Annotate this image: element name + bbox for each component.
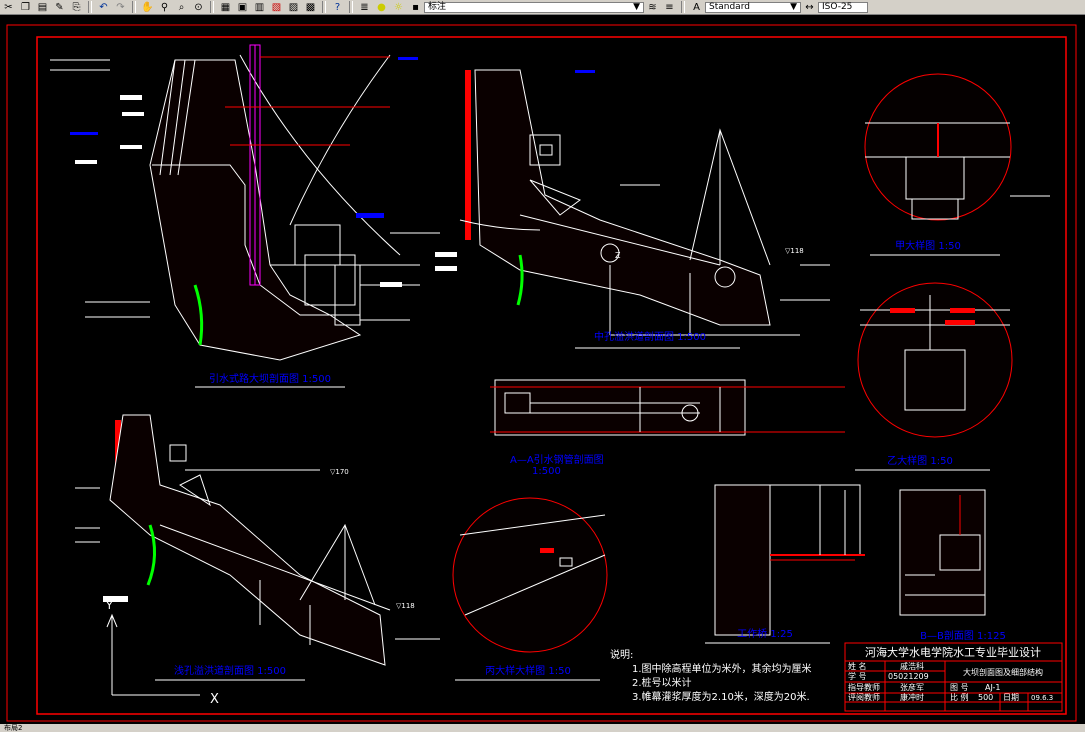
layout-tab[interactable]: 布局2 [4, 724, 22, 732]
ratio-label: 比 例 [950, 692, 969, 702]
notes-line-2: 2.桩号以米计 [632, 676, 692, 689]
ucs-icon [106, 613, 200, 696]
main-dam-section [50, 44, 440, 361]
dim-style-select[interactable]: ISO-25 [818, 1, 868, 13]
layer-previous-icon[interactable]: ≋ [645, 1, 660, 13]
zoom-previous-icon[interactable]: ⊙ [191, 1, 206, 13]
advisor-label: 指导教师 [848, 682, 880, 692]
tool-palette-icon[interactable]: ▥ [252, 1, 267, 13]
chevron-down-icon: ▼ [790, 1, 797, 12]
help-icon[interactable]: ? [330, 1, 345, 13]
middle-spillway-section [435, 69, 830, 336]
elevation-118b: ▽118 [396, 602, 415, 610]
bottom-spillway-section [75, 414, 440, 666]
layer-select-value: 标注 [428, 1, 447, 12]
id-value: 05021209 [888, 672, 929, 681]
detail-yi-circle [857, 282, 1013, 438]
detail-jia-circle [864, 73, 1050, 221]
dim-style-icon[interactable]: ↔ [802, 1, 817, 13]
pan-icon[interactable]: ✋ [140, 1, 155, 13]
text-style-select[interactable]: Standard ▼ [705, 1, 801, 13]
sheet-value: AJ-1 [985, 683, 1001, 692]
notes-line-3: 3.帷幕灌浆厚度为2.10米，深度为20米. [632, 690, 810, 703]
drawing-canvas[interactable]: 引水式路大坝剖面图 1:500 ▽118 Z 中孔溢洪道剖面图 1:500 A—… [0, 15, 1085, 724]
date-label: 日期 [1003, 693, 1019, 702]
bottom-section-title: 浅孔溢洪道剖面图 1:500 [174, 664, 286, 677]
redo-icon[interactable]: ↷ [113, 1, 128, 13]
notes-line-1: 1.图中除高程单位为米外，其余均为厘米 [632, 662, 812, 675]
middle-section-title: 中孔溢洪道剖面图 1:500 [594, 330, 706, 343]
lock-icon[interactable]: ▪ [408, 1, 423, 13]
aa-section [490, 379, 845, 436]
copy-icon[interactable]: ❐ [18, 1, 33, 13]
sun-icon[interactable]: ☼ [391, 1, 406, 13]
name-label: 姓 名 [848, 661, 867, 671]
paste-icon[interactable]: ▤ [35, 1, 50, 13]
aa-section-title: A—A引水钢管剖面图 [510, 453, 604, 466]
design-center-icon[interactable]: ▣ [235, 1, 250, 13]
sheet-set-icon[interactable]: ▧ [269, 1, 284, 13]
detail-jia-title: 甲大样图 1:50 [895, 239, 961, 252]
status-bar: 布局2 [0, 724, 1085, 732]
layer-states-icon[interactable]: ≡ [662, 1, 677, 13]
dim-style-value: ISO-25 [822, 1, 853, 12]
layer-manager-icon[interactable]: ≣ [357, 1, 372, 13]
advisor-value: 张彦军 [900, 682, 924, 692]
name-value: 戚浩科 [900, 661, 924, 671]
cut-icon[interactable]: ✂ [1, 1, 16, 13]
ratio-value: 500 [978, 693, 993, 702]
brush-icon[interactable]: ✎ [52, 1, 67, 13]
reviewer-label: 评阅教师 [848, 692, 880, 702]
y-axis-label: Y [105, 599, 113, 612]
zoom-window-icon[interactable]: ⌕ [174, 1, 189, 13]
date-value: 09.6.3 [1031, 694, 1053, 702]
properties-icon[interactable]: ▦ [218, 1, 233, 13]
detail-bing-circle [452, 497, 608, 653]
markup-icon[interactable]: ▨ [286, 1, 301, 13]
x-axis-label: X [210, 692, 219, 707]
lightbulb-icon[interactable]: ● [374, 1, 389, 13]
work-bridge-title: 工作桥 1:25 [737, 628, 793, 640]
school-name: 河海大学水电学院水工专业毕业设计 [865, 645, 1041, 659]
match-properties-icon[interactable]: ⎘ [69, 1, 84, 13]
main-section-title: 引水式路大坝剖面图 1:500 [209, 372, 331, 385]
zoom-realtime-icon[interactable]: ⚲ [157, 1, 172, 13]
bb-section [899, 489, 986, 616]
calculator-icon[interactable]: ▩ [303, 1, 318, 13]
bb-section-title: B—B剖面图 1:125 [920, 629, 1006, 642]
text-style-icon[interactable]: A [689, 1, 704, 13]
id-label: 学 号 [848, 671, 867, 681]
chevron-down-icon: ▼ [633, 1, 640, 12]
drawing-title: 大坝剖面图及细部结构 [963, 667, 1043, 677]
text-style-value: Standard [709, 1, 750, 12]
undo-icon[interactable]: ↶ [96, 1, 111, 13]
aa-section-scale: 1:500 [532, 466, 561, 477]
drawing-svg: 引水式路大坝剖面图 1:500 ▽118 Z 中孔溢洪道剖面图 1:500 A—… [6, 24, 1077, 722]
elevation-170: ▽170 [330, 468, 349, 476]
sheet-label: 图 号 [950, 683, 969, 692]
label-z: Z [615, 251, 621, 260]
toolbar: ✂ ❐ ▤ ✎ ⎘ ↶ ↷ ✋ ⚲ ⌕ ⊙ ▦ ▣ ▥ ▧ ▨ ▩ ? ≣ ● … [0, 0, 1085, 15]
reviewer-value: 康冲时 [900, 692, 924, 702]
detail-yi-title: 乙大样图 1:50 [887, 454, 953, 467]
elevation-118: ▽118 [785, 247, 804, 255]
detail-bing-title: 丙大样大样图 1:50 [485, 664, 571, 677]
notes-heading: 说明: [610, 648, 633, 661]
work-bridge-detail [714, 484, 865, 636]
layer-select[interactable]: 标注 ▼ [424, 1, 644, 13]
